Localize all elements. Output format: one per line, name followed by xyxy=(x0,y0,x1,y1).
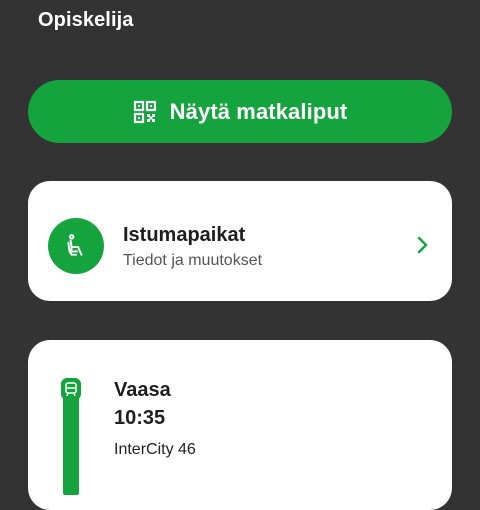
seat-icon xyxy=(67,234,83,256)
chevron-right-icon xyxy=(417,236,428,254)
train-name: InterCity 46 xyxy=(114,441,196,458)
route-line xyxy=(63,395,79,495)
qr-code-icon xyxy=(133,100,156,123)
departure-time: 10:35 xyxy=(114,407,166,429)
train-icon xyxy=(65,382,77,397)
train-icon-badge xyxy=(61,378,81,400)
seat-icon-circle xyxy=(48,218,104,274)
show-tickets-label: Näytä matkaliput xyxy=(169,98,348,124)
seats-card[interactable]: Istumapaikat Tiedot ja muutokset xyxy=(28,181,452,301)
seats-title: Istumapaikat xyxy=(123,224,246,246)
journey-card[interactable]: Vaasa 10:35 InterCity 46 xyxy=(28,340,452,510)
passenger-type-label: Opiskelija xyxy=(38,9,134,31)
departure-station: Vaasa xyxy=(114,379,171,401)
seats-subtitle: Tiedot ja muutokset xyxy=(123,252,263,269)
show-tickets-button[interactable]: Näytä matkaliput xyxy=(28,80,452,143)
